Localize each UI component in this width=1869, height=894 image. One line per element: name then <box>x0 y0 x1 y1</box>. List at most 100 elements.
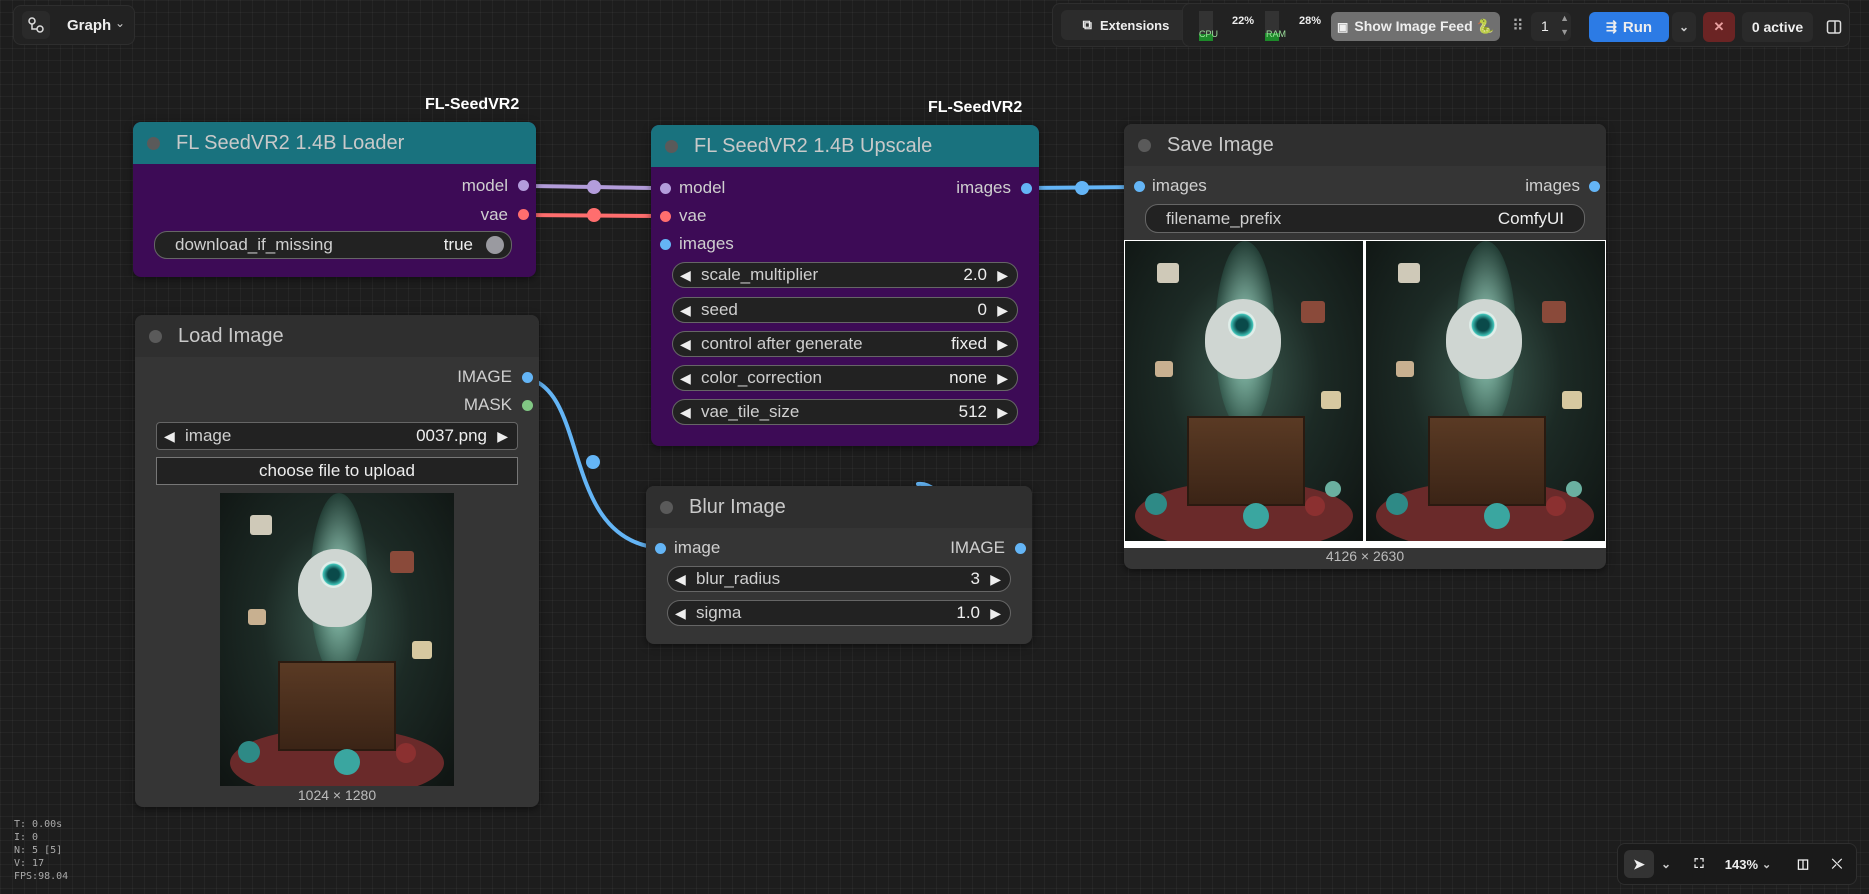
select-tool-button[interactable]: ➤ <box>1624 850 1654 878</box>
drag-handle-icon[interactable]: ⠿ <box>1512 16 1524 36</box>
node-header[interactable]: Load Image <box>135 315 539 357</box>
node-upscale[interactable]: FL SeedVR2 1.4B Upscale model vae images… <box>651 125 1039 446</box>
node-save-image[interactable]: Save Image images images filename_prefix… <box>1124 124 1606 569</box>
extensions-label: Extensions <box>1099 17 1170 33</box>
output-slot-image[interactable] <box>1015 543 1026 554</box>
node-header[interactable]: FL SeedVR2 1.4B Loader <box>133 122 536 164</box>
output-slot-vae[interactable] <box>518 209 529 220</box>
decrement-arrow-icon[interactable]: ◀ <box>680 404 691 421</box>
output-slot-images[interactable] <box>1589 181 1600 192</box>
cpu-value: 22% <box>1232 15 1255 27</box>
input-images[interactable]: images <box>679 234 734 254</box>
fit-view-button[interactable]: ⛶ <box>1684 850 1714 878</box>
run-options-button[interactable]: ⌄ <box>1672 12 1696 42</box>
graph-menu[interactable]: Graph ⌄ <box>13 5 135 45</box>
decrement-arrow-icon[interactable]: ◀ <box>675 571 686 588</box>
node-loader[interactable]: FL SeedVR2 1.4B Loader model vae downloa… <box>133 122 536 277</box>
output-slot-mask[interactable] <box>522 400 533 411</box>
show-image-feed-button[interactable]: ▣ Show Image Feed 🐍 <box>1331 12 1500 41</box>
increment-arrow-icon[interactable]: ▶ <box>497 428 508 445</box>
increment-arrow-icon[interactable]: ▶ <box>997 370 1008 387</box>
widget-filename-prefix[interactable]: filename_prefix ComfyUI <box>1145 204 1585 233</box>
output-images[interactable]: images <box>1525 176 1580 196</box>
collapse-dot[interactable] <box>1138 138 1151 152</box>
toggle-panel-button[interactable] <box>1821 12 1847 42</box>
decrement-arrow-icon[interactable]: ◀ <box>680 302 691 319</box>
input-slot-vae[interactable] <box>660 211 671 222</box>
input-slot-images[interactable] <box>1134 181 1145 192</box>
input-model[interactable]: model <box>679 178 725 198</box>
input-image[interactable]: image <box>674 538 720 558</box>
input-vae[interactable]: vae <box>679 206 706 226</box>
run-label: Run <box>1622 18 1653 36</box>
input-slot-model[interactable] <box>660 183 671 194</box>
node-header[interactable]: Save Image <box>1124 124 1606 166</box>
widget-sigma[interactable]: ◀ sigma 1.0 ▶ <box>667 600 1011 626</box>
widget-download-if-missing[interactable]: download_if_missing true <box>154 231 512 259</box>
widget-image-select[interactable]: ◀ image 0037.png ▶ <box>156 422 518 450</box>
widget-seed[interactable]: ◀ seed 0 ▶ <box>672 297 1018 323</box>
output-mask[interactable]: MASK <box>464 395 512 415</box>
decrement-arrow-icon[interactable]: ◀ <box>164 428 175 445</box>
input-slot-images[interactable] <box>660 239 671 250</box>
extensions-button[interactable]: ⧉ Extensions <box>1061 10 1191 40</box>
node-load-image[interactable]: Load Image IMAGE MASK ◀ image 0037.png ▶… <box>135 315 539 807</box>
input-slot-image[interactable] <box>655 543 666 554</box>
increment-icon[interactable]: ▲ <box>1560 13 1569 23</box>
collapse-dot[interactable] <box>149 329 162 343</box>
node-title: Load Image <box>178 324 284 347</box>
minimap-button[interactable]: ◫ <box>1788 850 1818 878</box>
output-slot-image[interactable] <box>522 372 533 383</box>
node-header[interactable]: FL SeedVR2 1.4B Upscale <box>651 125 1039 167</box>
output-slot-images[interactable] <box>1021 183 1032 194</box>
decrement-arrow-icon[interactable]: ◀ <box>680 336 691 353</box>
widget-color-correction[interactable]: ◀ color_correction none ▶ <box>672 365 1018 391</box>
ram-label: RAM <box>1266 29 1286 39</box>
node-blur-image[interactable]: Blur Image image IMAGE ◀ blur_radius 3 ▶… <box>646 486 1032 644</box>
collapse-dot[interactable] <box>665 139 678 153</box>
image-preview[interactable] <box>1124 240 1606 548</box>
widget-label: seed <box>701 300 738 319</box>
slot-label: IMAGE <box>457 367 512 386</box>
widget-control-after-generate[interactable]: ◀ control after generate fixed ▶ <box>672 331 1018 357</box>
increment-arrow-icon[interactable]: ▶ <box>997 336 1008 353</box>
extensions-bar: ⧉ Extensions <box>1052 3 1200 47</box>
output-images[interactable]: images <box>956 178 1011 198</box>
queue-button[interactable]: 0 active <box>1742 12 1813 42</box>
output-model[interactable]: model <box>462 176 508 196</box>
widget-scale-multiplier[interactable]: ◀ scale_multiplier 2.0 ▶ <box>672 262 1018 288</box>
decrement-arrow-icon[interactable]: ◀ <box>675 605 686 622</box>
increment-arrow-icon[interactable]: ▶ <box>997 267 1008 284</box>
output-vae[interactable]: vae <box>481 205 508 225</box>
tool-options-button[interactable]: ⌄ <box>1656 850 1676 878</box>
node-header[interactable]: Blur Image <box>646 486 1032 528</box>
increment-arrow-icon[interactable]: ▶ <box>990 571 1001 588</box>
widget-blur-radius[interactable]: ◀ blur_radius 3 ▶ <box>667 566 1011 592</box>
slot-label: IMAGE <box>950 538 1005 557</box>
increment-arrow-icon[interactable]: ▶ <box>997 404 1008 421</box>
links-hidden-icon: ⤬ <box>1831 856 1843 871</box>
decrement-arrow-icon[interactable]: ◀ <box>680 267 691 284</box>
output-image[interactable]: IMAGE <box>950 538 1005 558</box>
load-image-preview[interactable] <box>220 493 454 786</box>
node-title: FL SeedVR2 1.4B Loader <box>176 131 405 154</box>
toggle-knob[interactable] <box>486 236 504 254</box>
decrement-arrow-icon[interactable]: ◀ <box>680 370 691 387</box>
zoom-button[interactable]: 143% ⌄ <box>1718 850 1778 878</box>
input-images[interactable]: images <box>1152 176 1207 196</box>
run-button[interactable]: ⇶ Run <box>1589 12 1669 42</box>
logo-icon <box>22 11 50 39</box>
output-slot-model[interactable] <box>518 180 529 191</box>
collapse-dot[interactable] <box>147 136 160 150</box>
widget-vae-tile-size[interactable]: ◀ vae_tile_size 512 ▶ <box>672 399 1018 425</box>
batch-count-input[interactable]: 1 ▲ ▼ <box>1531 12 1571 41</box>
widget-label: download_if_missing <box>175 235 333 254</box>
increment-arrow-icon[interactable]: ▶ <box>990 605 1001 622</box>
increment-arrow-icon[interactable]: ▶ <box>997 302 1008 319</box>
toggle-links-button[interactable]: ⤬ <box>1822 850 1852 878</box>
collapse-dot[interactable] <box>660 500 673 514</box>
choose-file-button[interactable]: choose file to upload <box>156 457 518 485</box>
decrement-icon[interactable]: ▼ <box>1560 27 1569 37</box>
cancel-queue-button[interactable]: ✕ <box>1703 12 1735 42</box>
output-image[interactable]: IMAGE <box>457 367 512 387</box>
